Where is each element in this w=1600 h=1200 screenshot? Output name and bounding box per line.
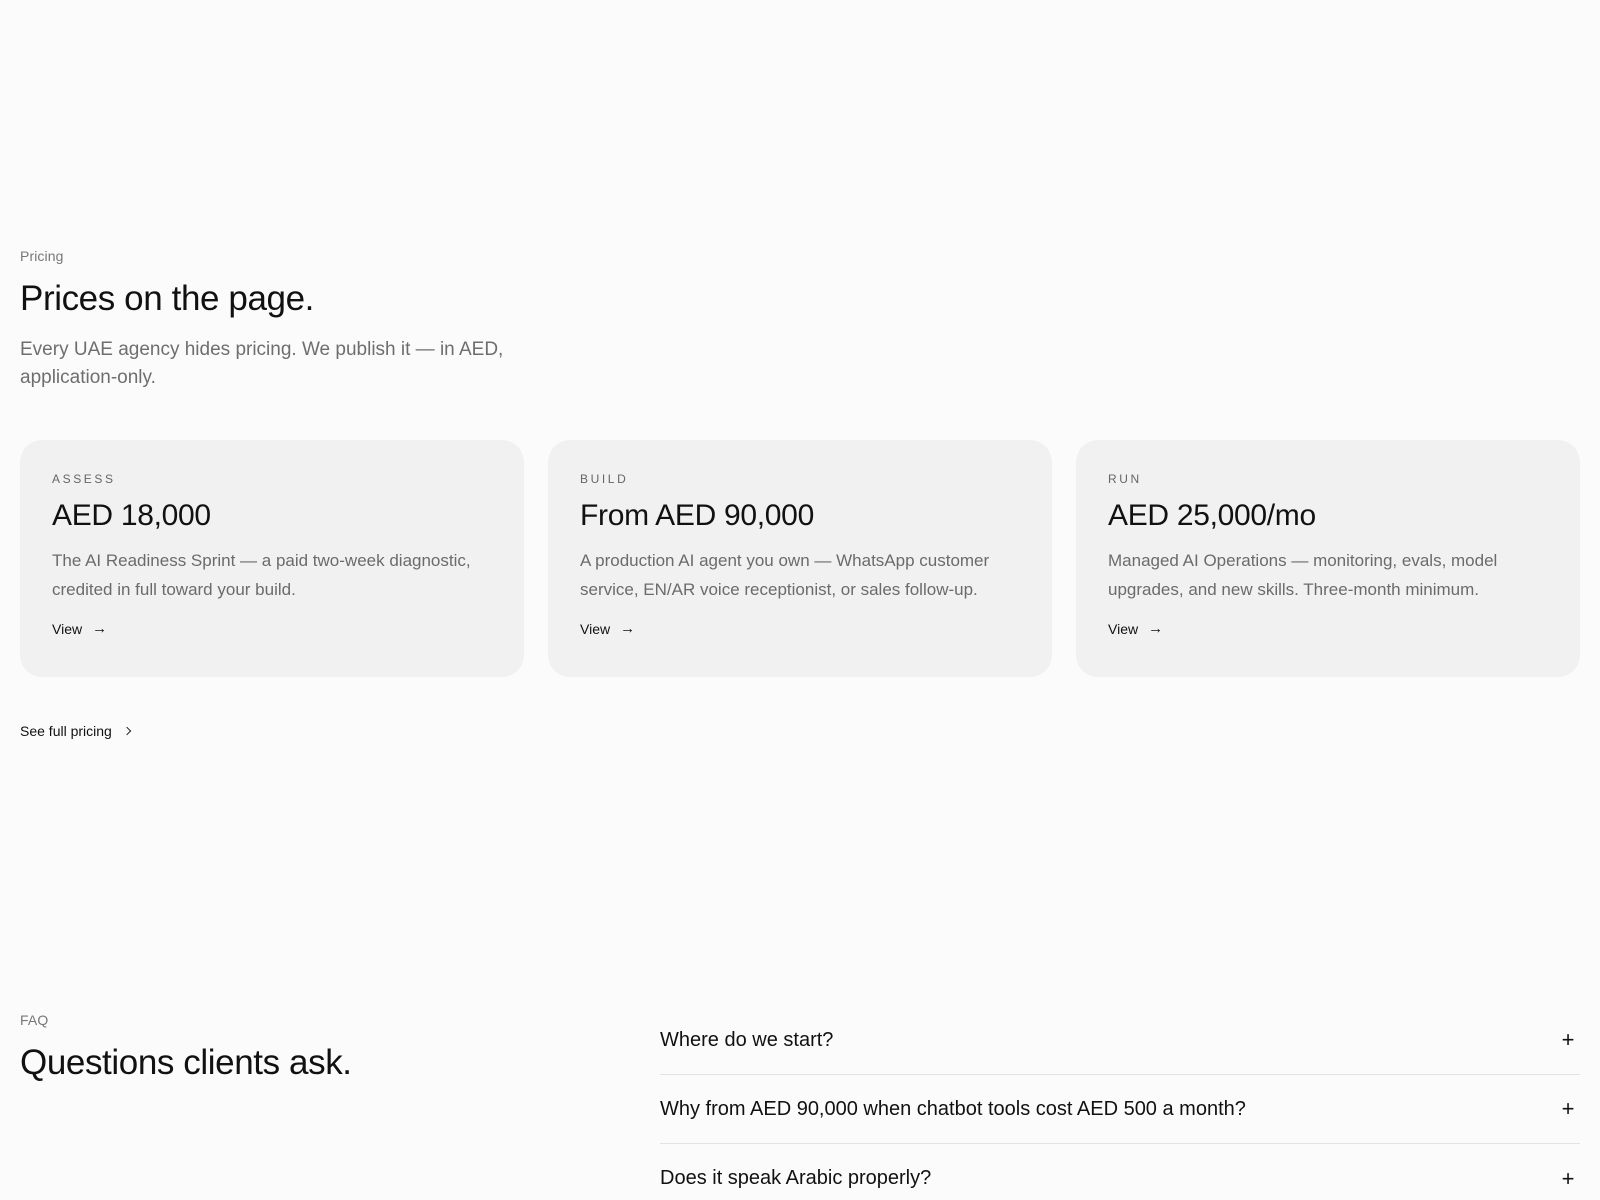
faq-list: Where do we start? + Why from AED 90,000… [660, 1006, 1580, 1200]
faq-heading-block: FAQ Questions clients ask. [20, 1012, 600, 1084]
pricing-lead: Every UAE agency hides pricing. We publi… [20, 339, 504, 388]
view-link-label: View [580, 620, 611, 637]
card-price: AED 25,000/mo [1108, 499, 1316, 532]
faq-eyebrow: FAQ [20, 1012, 49, 1028]
arrow-right-icon: → [92, 620, 108, 637]
pricing-card-run: RUN AED 25,000/mo Managed AI Operations … [1076, 440, 1580, 677]
card-price: AED 18,000 [52, 499, 211, 532]
card-tier: RUN [1108, 472, 1142, 486]
arrow-right-icon: → [620, 620, 636, 637]
view-run-link[interactable]: View → [1108, 620, 1163, 637]
faq-item[interactable]: Where do we start? + [660, 1006, 1580, 1075]
faq-question: Does it speak Arabic properly? [660, 1167, 932, 1189]
view-link-label: View [1108, 620, 1139, 637]
full-pricing-label: See full pricing [20, 723, 112, 739]
faq-question: Where do we start? [660, 1028, 834, 1051]
pricing-card-build: BUILD From AED 90,000 A production AI ag… [548, 440, 1052, 677]
card-tier: ASSESS [52, 472, 116, 486]
pricing-card-assess: ASSESS AED 18,000 The AI Readiness Sprin… [20, 440, 524, 677]
view-link-label: View [52, 620, 83, 637]
see-full-pricing-link[interactable]: See full pricing [20, 723, 132, 739]
card-description: The AI Readiness Sprint — a paid two-wee… [52, 551, 471, 599]
plus-icon: + [1561, 1027, 1575, 1052]
arrow-right-icon: → [1148, 620, 1164, 637]
card-description: A production AI agent you own — WhatsApp… [580, 551, 990, 599]
pricing-section: Pricing Prices on the page. Every UAE ag… [20, 248, 1580, 741]
view-build-link[interactable]: View → [580, 620, 635, 637]
page: Pricing Prices on the page. Every UAE ag… [0, 0, 1600, 1200]
pricing-cards: ASSESS AED 18,000 The AI Readiness Sprin… [20, 440, 1580, 677]
card-price: From AED 90,000 [580, 499, 814, 532]
plus-icon: + [1561, 1165, 1575, 1191]
faq-question: Why from AED 90,000 when chatbot tools c… [660, 1097, 1246, 1120]
view-assess-link[interactable]: View → [52, 620, 107, 637]
faq-item[interactable]: Why from AED 90,000 when chatbot tools c… [660, 1075, 1580, 1144]
card-tier: BUILD [580, 472, 629, 486]
chevron-right-icon [122, 726, 132, 736]
faq-title: Questions clients ask. [20, 1043, 352, 1082]
card-description: Managed AI Operations — monitoring, eval… [1108, 551, 1498, 599]
plus-icon: + [1561, 1096, 1575, 1121]
faq-item[interactable]: Does it speak Arabic properly? + [660, 1144, 1580, 1200]
pricing-eyebrow: Pricing [20, 248, 64, 264]
pricing-title: Prices on the page. [20, 279, 314, 318]
